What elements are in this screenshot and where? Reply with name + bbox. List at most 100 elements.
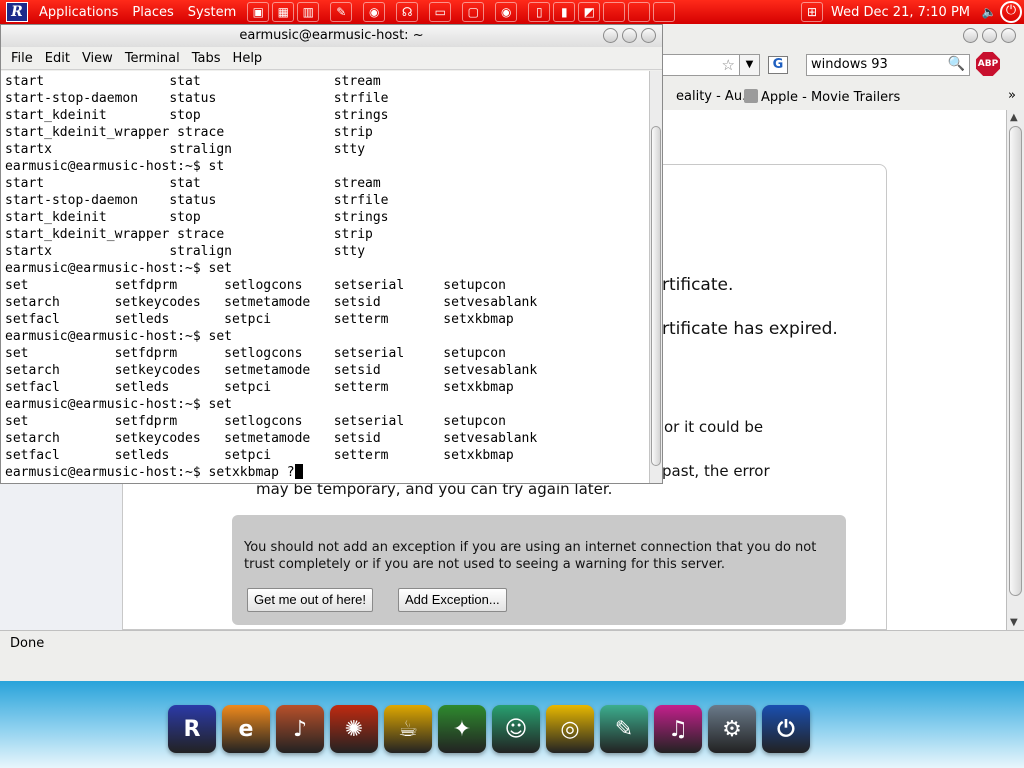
search-input[interactable]: windows 93 🔍 xyxy=(806,54,970,76)
game-icon[interactable]: ✦ xyxy=(438,705,486,753)
blank-icon[interactable] xyxy=(628,2,651,22)
menu-terminal[interactable]: Terminal xyxy=(119,51,186,66)
blank-icon[interactable] xyxy=(603,2,626,22)
prompt-text: earmusic@earmusic-host:~$ setxkbmap ? xyxy=(5,465,295,480)
screenshot-icon[interactable]: ▣ xyxy=(247,2,270,22)
bookmark-star-icon[interactable]: ☆ xyxy=(722,56,735,74)
power-icon[interactable]: ⏻ xyxy=(762,705,810,753)
settings-icon[interactable]: ⚙ xyxy=(708,705,756,753)
terminal-line: start_kdeinit stop strings xyxy=(5,108,389,123)
document-icon[interactable]: ◩ xyxy=(578,2,601,22)
terminal-line: start-stop-daemon status strfile xyxy=(5,91,389,106)
terminal-line: setfacl setleds setpci setterm setxkbmap xyxy=(5,312,514,327)
status-text: Done xyxy=(10,636,45,651)
scroll-thumb[interactable] xyxy=(1009,126,1022,596)
terminal-line: setarch setkeycodes setmetamode setsid s… xyxy=(5,295,538,310)
terminal-scroll-thumb[interactable] xyxy=(651,126,661,466)
menu-applications[interactable]: Applications xyxy=(32,5,125,20)
coffee-icon[interactable]: ☕ xyxy=(384,705,432,753)
menu-view[interactable]: View xyxy=(76,51,119,66)
terminal-line: start_kdeinit_wrapper strace strip xyxy=(5,227,373,242)
apple-icon xyxy=(744,89,758,103)
menu-places[interactable]: Places xyxy=(125,5,180,20)
terminal-scrollbar[interactable] xyxy=(649,71,662,483)
terminal-line: set setfdprm setlogcons setserial setupc… xyxy=(5,414,506,429)
menu-tabs[interactable]: Tabs xyxy=(186,51,227,66)
terminal-window[interactable]: earmusic@earmusic-host: ~ File Edit View… xyxy=(0,24,663,484)
terminal-title: earmusic@earmusic-host: ~ xyxy=(239,28,424,43)
pen-icon[interactable]: ✎ xyxy=(600,705,648,753)
close-button[interactable] xyxy=(1001,28,1016,43)
scroll-down-icon[interactable]: ▼ xyxy=(1010,617,1018,628)
dock-icons: Re ♪ ✺ ☕ ✦ ☺ ◎ ✎ ♫ ⚙ ⏻ xyxy=(168,705,810,753)
headphones-icon[interactable]: ☊ xyxy=(396,2,419,22)
bookmark-item[interactable]: Apple - Movie Trailers xyxy=(744,89,900,105)
get-me-out-button[interactable]: Get me out of here! xyxy=(247,588,374,612)
menu-system[interactable]: System xyxy=(181,5,243,20)
terminal-line: start stat stream xyxy=(5,74,381,89)
menu-edit[interactable]: Edit xyxy=(39,51,76,66)
window-icon[interactable]: ▢ xyxy=(462,2,485,22)
error-heading: rtificate. xyxy=(662,275,734,295)
search-icon[interactable]: 🔍 xyxy=(948,56,965,72)
menu-help[interactable]: Help xyxy=(227,51,269,66)
keyboard-icon[interactable]: ▦ xyxy=(272,2,295,22)
add-exception-button[interactable]: Add Exception... xyxy=(398,588,507,612)
minimize-button[interactable] xyxy=(603,28,618,43)
music-icon[interactable]: ♫ xyxy=(654,705,702,753)
r-logo-icon[interactable]: R xyxy=(6,2,28,22)
monitor-icon[interactable]: ▭ xyxy=(429,2,452,22)
firefox-icon[interactable]: ◉ xyxy=(363,2,386,22)
address-bar[interactable]: ☆ ▼ xyxy=(662,54,760,76)
bookmarks-bar: eality - Au... Apple - Movie Trailers » xyxy=(662,86,1024,108)
terminal-line: earmusic@earmusic-host:~$ set xyxy=(5,261,232,276)
guitar-icon[interactable]: ♪ xyxy=(276,705,324,753)
status-bar: Done xyxy=(0,630,1024,657)
paper-icon[interactable]: ▯ xyxy=(528,2,551,22)
messenger-icon[interactable]: ☺ xyxy=(492,705,540,753)
bookmark-item[interactable]: eality - Au... xyxy=(676,89,754,104)
text-cursor xyxy=(294,464,303,479)
volume-icon[interactable]: 🔈 xyxy=(978,2,1000,22)
audio-icon[interactable]: ▥ xyxy=(297,2,320,22)
trash-icon[interactable]: ▮ xyxy=(553,2,576,22)
menu-file[interactable]: File xyxy=(5,51,39,66)
terminal-line: earmusic@earmusic-host:~$ set xyxy=(5,329,232,344)
scroll-up-icon[interactable]: ▲ xyxy=(1010,112,1018,123)
browser-window-controls xyxy=(963,28,1016,43)
terminal-line: start-stop-daemon status strfile xyxy=(5,193,389,208)
search-value: windows 93 xyxy=(811,57,888,72)
error-text: past, the error xyxy=(662,462,770,480)
close-button[interactable] xyxy=(641,28,656,43)
office-icon[interactable]: ◎ xyxy=(546,705,594,753)
media-icon[interactable]: ✺ xyxy=(330,705,378,753)
network-icon[interactable]: ⊞ xyxy=(801,2,824,22)
blank-icon[interactable] xyxy=(653,2,676,22)
note-icon[interactable]: ✎ xyxy=(330,2,353,22)
browser-scrollbar[interactable]: ▲ ▼ xyxy=(1006,110,1024,630)
clock[interactable]: Wed Dec 21, 7:10 PM xyxy=(831,5,970,20)
search-engine-icon[interactable]: G xyxy=(768,56,788,74)
address-dropdown-icon[interactable]: ▼ xyxy=(739,55,759,75)
maximize-button[interactable] xyxy=(622,28,637,43)
bookmarks-more-icon[interactable]: » xyxy=(1008,88,1016,103)
maximize-button[interactable] xyxy=(982,28,997,43)
terminal-line: start stat stream xyxy=(5,176,381,191)
dock: Re ♪ ✺ ☕ ✦ ☺ ◎ ✎ ♫ ⚙ ⏻ xyxy=(0,681,1024,768)
terminal-output[interactable]: start stat stream start-stop-daemon stat… xyxy=(1,71,649,483)
minimize-button[interactable] xyxy=(963,28,978,43)
top-panel: R Applications Places System ▣ ▦ ▥ ✎ ◉ ☊… xyxy=(0,0,1024,24)
terminal-prompt[interactable]: earmusic@earmusic-host:~$ setxkbmap ? xyxy=(5,464,649,481)
terminal-line: startx stralign stty xyxy=(5,142,366,157)
firefox-icon-2[interactable]: ◉ xyxy=(495,2,518,22)
terminal-lines: start stat stream start-stop-daemon stat… xyxy=(1,71,649,481)
terminal-line: set setfdprm setlogcons setserial setupc… xyxy=(5,346,506,361)
panel-launchers: ▣ ▦ ▥ ✎ ◉ ☊ ▭ ▢ ◉ ▯ ▮ ◩ xyxy=(247,2,676,22)
warning-box: You should not add an exception if you a… xyxy=(232,515,846,625)
r-logo-icon[interactable]: R xyxy=(168,705,216,753)
browser-icon[interactable]: e xyxy=(222,705,270,753)
error-text: or it could be xyxy=(664,418,764,436)
power-icon[interactable]: ⏻ xyxy=(1000,1,1022,23)
terminal-line: setfacl setleds setpci setterm setxkbmap xyxy=(5,448,514,463)
terminal-titlebar[interactable]: earmusic@earmusic-host: ~ xyxy=(1,25,662,47)
